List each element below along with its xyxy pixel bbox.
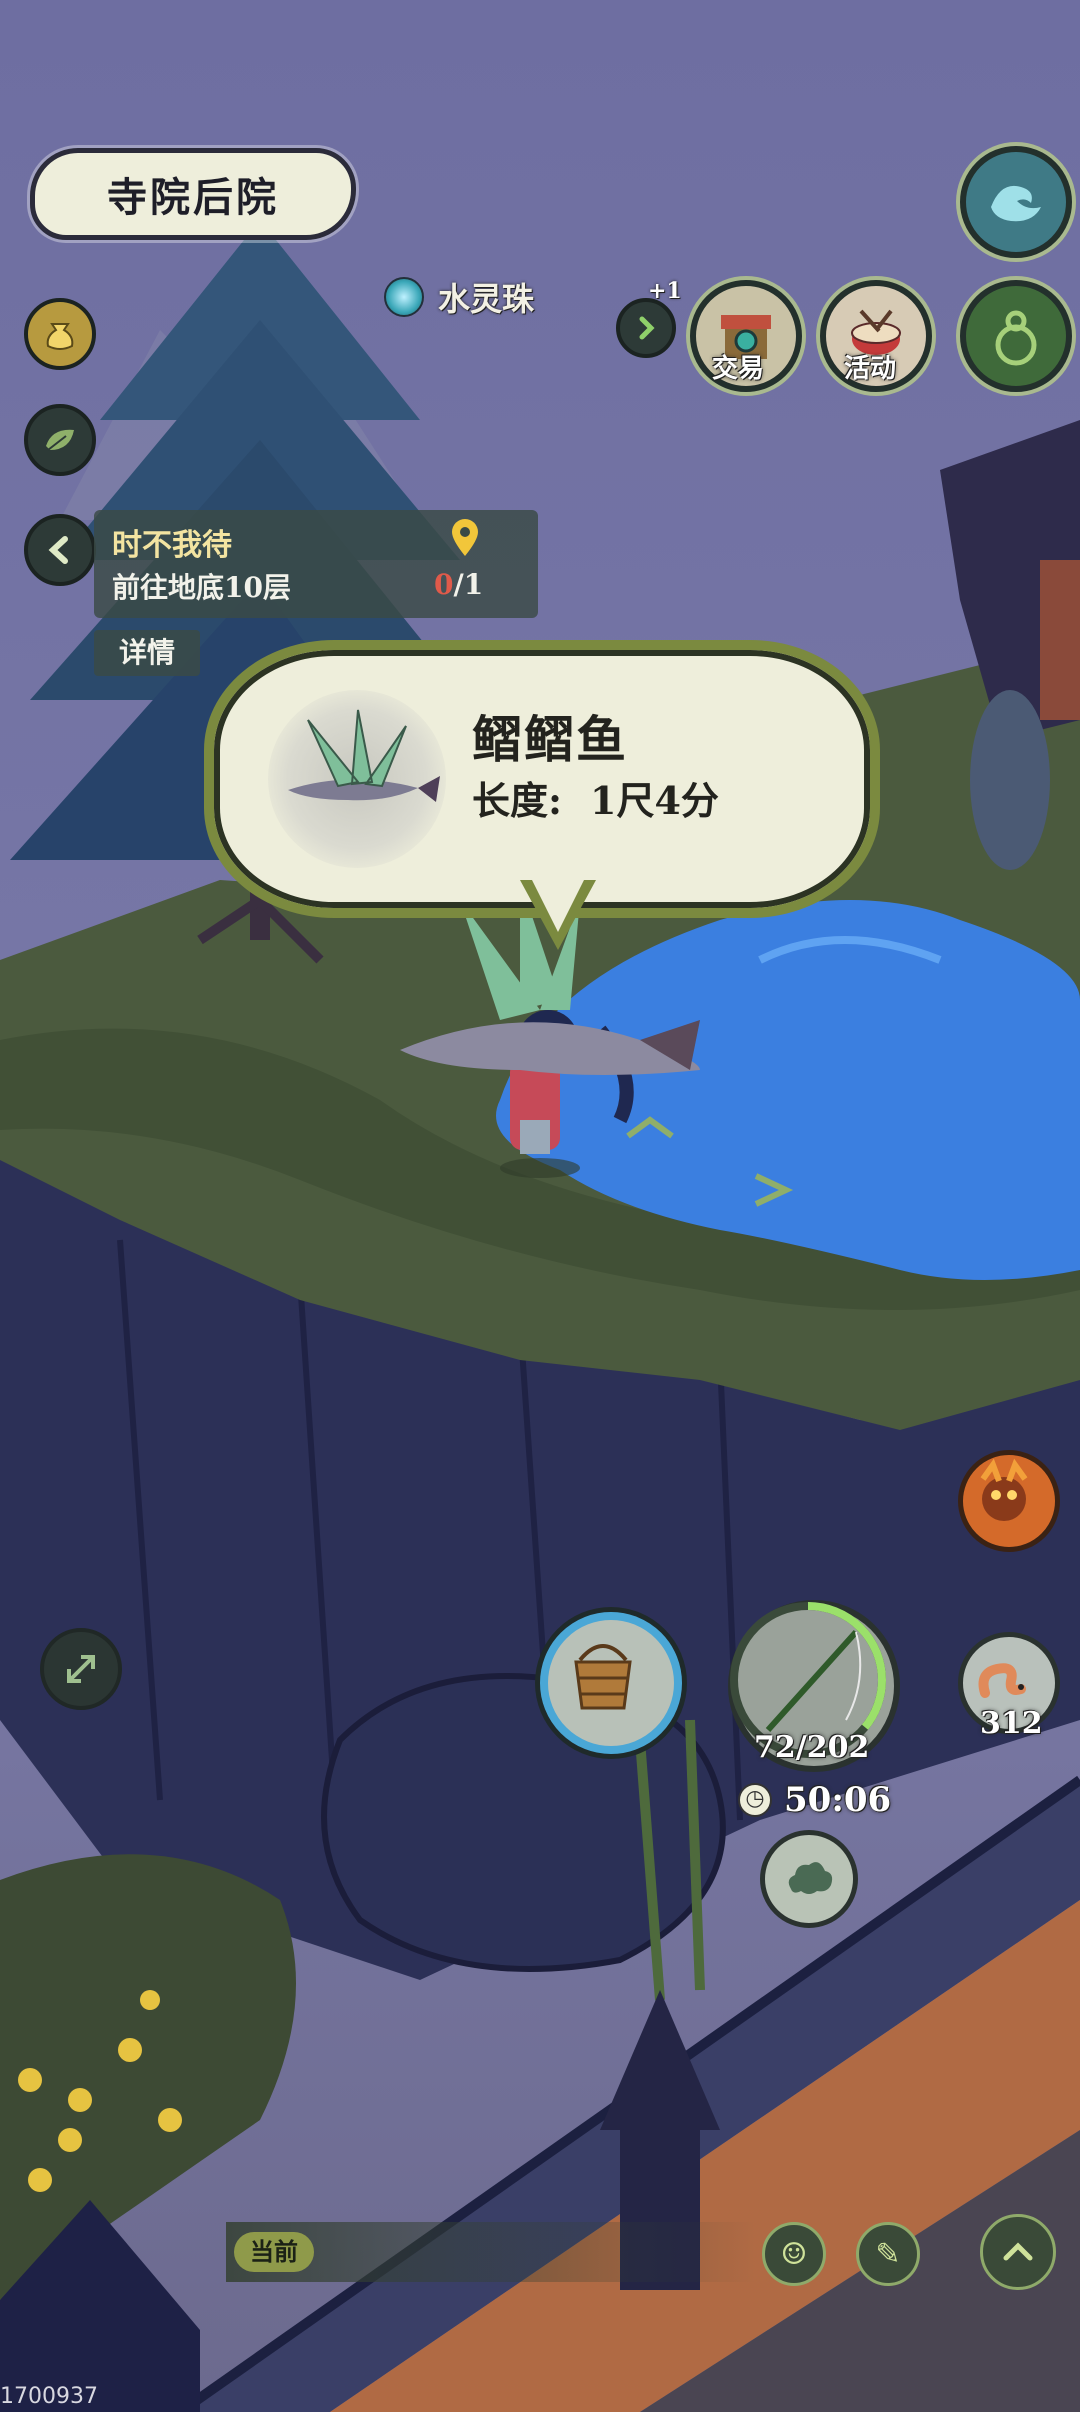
bucket-button[interactable] [540,1612,682,1754]
plus-badge: +1 [648,278,682,304]
trade-label: 交易 [712,354,765,384]
expand-icon[interactable] [40,1628,122,1710]
emote-icon[interactable]: ✎ [856,2222,920,2286]
resource-indicator[interactable]: 水灵珠 [384,274,534,320]
bait-count: 312 [980,1706,1043,1741]
chevron-left-icon[interactable] [24,514,96,586]
leaf-icon[interactable] [24,404,96,476]
resource-name: 水灵珠 [438,280,535,318]
fish-image [268,690,446,868]
rod-durability: 72/202 [754,1730,870,1765]
quest-panel[interactable]: 时不我待 前往地底10层 0/1 [94,510,538,618]
smile-icon[interactable]: ☺ [762,2222,826,2286]
wave-icon [991,185,1041,222]
chevron-right-icon[interactable] [616,298,676,358]
quest-details-button[interactable]: 详情 [94,630,200,676]
cast-timer: ◷ 50:06 [738,1780,891,1820]
clock-icon: ◷ [738,1783,772,1817]
monster-icon[interactable] [958,1450,1060,1552]
wave-button[interactable] [960,146,1072,258]
chevron-up-icon[interactable] [980,2214,1056,2290]
money-bag-icon[interactable] [24,298,96,370]
cloud-icon [788,1862,833,1894]
timer-value: 50:06 [784,1780,892,1820]
fish-name: 鳛鳛鱼 [472,710,628,769]
water-orb-icon [384,277,424,317]
gourd-icon [995,310,1037,366]
quest-progress: 0/1 [434,568,484,601]
fish-length-label: 长度: [472,778,563,823]
gourd-button[interactable] [960,280,1072,392]
catch-popup-tail-fill [530,876,586,932]
location-pin-icon[interactable] [448,518,482,562]
build-id: 1700937 [0,2384,98,2409]
quest-title: 时不我待 [112,528,232,563]
location-name: 寺院后院 [30,148,356,240]
bucket-icon [574,1644,632,1710]
quest-description: 前往地底10层 [112,571,291,604]
chat-channel-tag[interactable]: 当前 [234,2232,314,2272]
activity-label: 活动 [844,354,897,384]
fish-length-value: 1尺4分 [590,778,719,823]
fishing-rod-icon [765,1629,862,1733]
cloud-button[interactable] [760,1830,858,1928]
